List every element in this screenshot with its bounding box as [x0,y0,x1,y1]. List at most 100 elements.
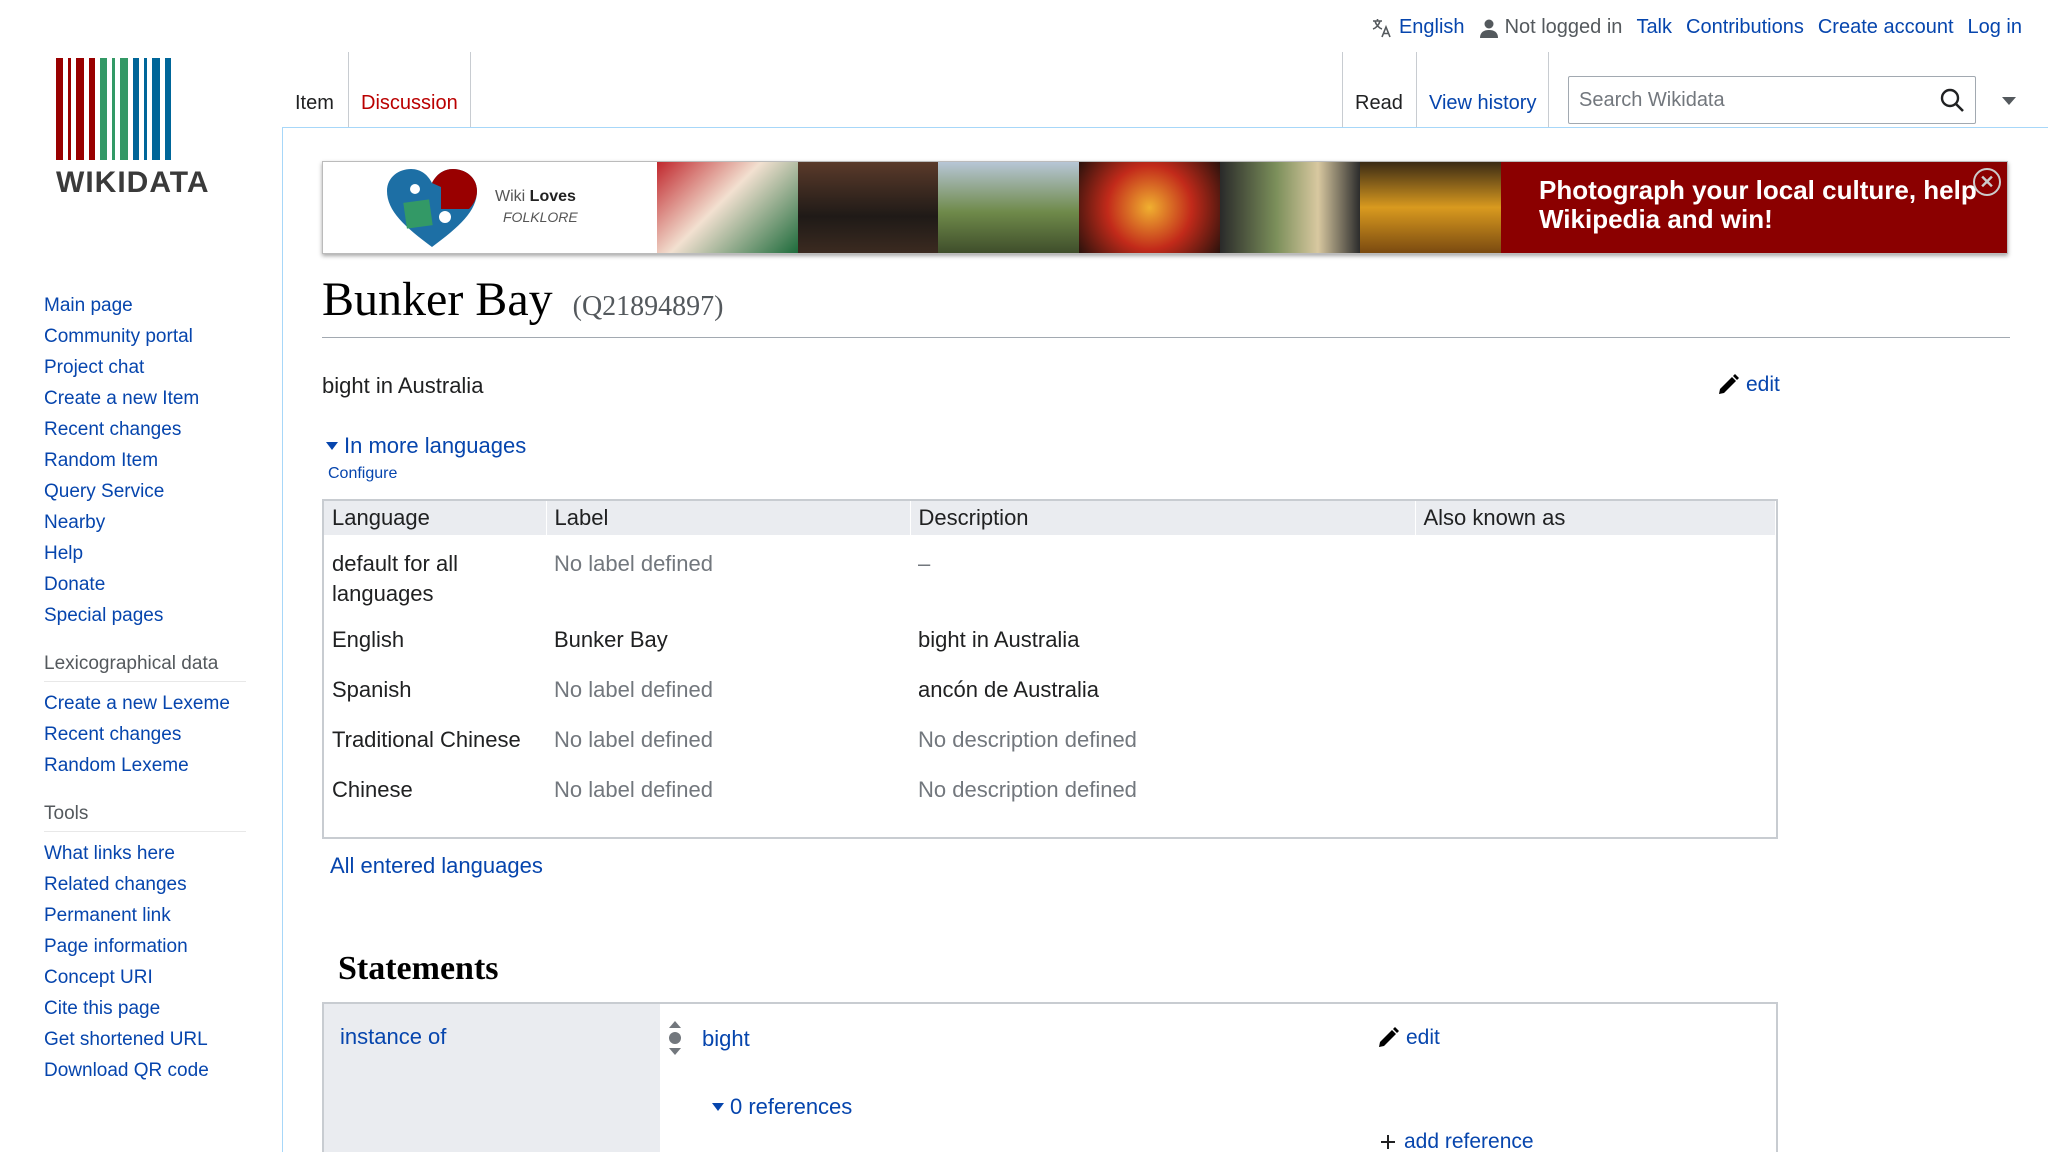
sidebar-item-create-item[interactable]: Create a new Item [44,383,282,414]
cell-language: English [332,627,405,652]
statement-edit-label: edit [1406,1026,1440,1049]
create-account-link[interactable]: Create account [1818,16,1954,39]
search-box[interactable] [1568,76,1976,124]
item-description: bight in Australia [322,373,484,398]
sidebar-item-related-changes[interactable]: Related changes [44,869,282,900]
language-label[interactable]: English [1399,16,1465,39]
triangle-down-icon [712,1103,724,1111]
sidebar-item-page-information[interactable]: Page information [44,931,282,962]
tab-read[interactable]: Read [1342,52,1415,127]
sidebar-item-qr-code[interactable]: Download QR code [44,1055,282,1086]
references-toggle[interactable]: 0 references [712,1094,852,1120]
rank-selector-icon[interactable] [666,1020,684,1056]
description-edit-button[interactable]: edit [1716,373,1780,397]
more-actions-dropdown[interactable] [1996,88,2022,114]
sidebar-item-project-chat[interactable]: Project chat [44,352,282,383]
banner-photo-strip [657,162,1502,253]
sidebar-item-nearby[interactable]: Nearby [44,507,282,538]
tab-view-history[interactable]: View history [1416,52,1550,127]
banner-photo [1360,162,1502,253]
tools-heading: Tools [44,803,246,832]
configure-link[interactable]: Configure [328,465,397,483]
statement-value-link[interactable]: bight [702,1026,750,1052]
sidebar-item-special-pages[interactable]: Special pages [44,600,282,631]
banner-logo-text: Wiki Loves FOLKLORE [495,187,578,228]
sidebar-tools: Tools What links here Related changes Pe… [44,803,282,1086]
cell-language: default for all languages [332,551,458,606]
sidebar-item-help[interactable]: Help [44,538,282,569]
contributions-link[interactable]: Contributions [1686,16,1804,39]
banner-logo-loves: Loves [529,188,576,205]
search-icon[interactable] [1939,87,1965,113]
banner-logo-wiki: Wiki [495,188,526,205]
statement-group: instance of bight edit 0 references add … [322,1002,1778,1152]
more-languages-toggle[interactable]: In more languages [326,433,526,459]
cell-language: Chinese [332,777,413,802]
search-input[interactable] [1579,88,1939,112]
cell-description: No description defined [918,777,1137,802]
page-title: Bunker Bay (Q21894897) [322,272,2010,338]
sidebar-item-recent-changes[interactable]: Recent changes [44,414,282,445]
sidebar-item-main-page[interactable]: Main page [44,290,282,321]
column-header-aliases: Also known as [1415,501,1776,535]
table-row: Spanish No label defined ancón de Austra… [324,665,1776,715]
logo-barcode [56,58,226,160]
sidebar-item-lexeme-recent-changes[interactable]: Recent changes [44,719,282,750]
sidebar-item-community-portal[interactable]: Community portal [44,321,282,352]
cell-aliases [1415,665,1776,715]
property-link[interactable]: instance of [340,1024,446,1049]
plus-icon [1381,1135,1395,1149]
add-reference-button[interactable]: add reference [1380,1130,1534,1152]
all-entered-languages-link[interactable]: All entered languages [330,853,543,879]
edit-label: edit [1746,373,1780,396]
column-header-label: Label [546,501,911,535]
cell-aliases [1415,715,1776,765]
statements-heading: Statements [338,950,499,987]
tab-discussion[interactable]: Discussion [348,52,471,127]
banner-photo [1079,162,1220,253]
heart-puzzle-icon [387,168,477,247]
cell-aliases [1415,535,1776,615]
table-row: default for all languages No label defin… [324,535,1776,615]
statement-edit-button[interactable]: edit [1376,1026,1440,1050]
banner-close-icon[interactable]: ✕ [1973,168,2001,196]
sidebar-item-shortened-url[interactable]: Get shortened URL [44,1024,282,1055]
sidebar-item-random-item[interactable]: Random Item [44,445,282,476]
triangle-down-icon [326,442,338,450]
sidebar-item-what-links-here[interactable]: What links here [44,838,282,869]
cell-language: Spanish [332,677,412,702]
cell-description: – [918,551,931,576]
sidebar-item-permanent-link[interactable]: Permanent link [44,900,282,931]
user-icon [1479,19,1498,38]
sidebar-item-create-lexeme[interactable]: Create a new Lexeme [44,688,282,719]
statement-values: bight edit 0 references add reference [660,1004,1776,1152]
banner-call-to-action[interactable]: Photograph your local culture, help Wiki… [1501,162,2007,253]
table-row: Chinese No label defined No description … [324,765,1776,815]
sidebar-item-concept-uri[interactable]: Concept URI [44,962,282,993]
log-in-link[interactable]: Log in [1968,16,2023,39]
cell-label: No label defined [554,777,714,802]
pencil-icon [1719,374,1739,394]
cell-label: No label defined [554,677,714,702]
wikidata-logo[interactable]: WIKIDATA [56,58,226,199]
cell-label: No label defined [554,551,714,576]
cell-label: Bunker Bay [554,627,668,652]
tab-view-history-label: View history [1429,92,1537,114]
sidebar-lexicographical: Lexicographical data Create a new Lexeme… [44,653,282,781]
sidebar-item-cite-page[interactable]: Cite this page [44,993,282,1024]
sidebar-item-query-service[interactable]: Query Service [44,476,282,507]
tab-discussion-label: Discussion [361,92,458,114]
banner-photo [797,162,939,253]
cell-language: Traditional Chinese [332,727,521,752]
sidebar-item-random-lexeme[interactable]: Random Lexeme [44,750,282,781]
talk-link[interactable]: Talk [1636,16,1672,39]
table-header-row: Language Label Description Also known as [324,501,1776,535]
language-selector[interactable]: English [1371,16,1465,39]
tab-item[interactable]: Item [283,52,346,127]
campaign-banner[interactable]: Wiki Loves FOLKLORE Photograph your loca… [322,161,2008,254]
personal-tools: English Not logged in Talk Contributions… [1371,16,2022,39]
sidebar: Main page Community portal Project chat … [0,290,282,1108]
column-header-description: Description [910,501,1416,535]
sidebar-item-donate[interactable]: Donate [44,569,282,600]
tab-read-label: Read [1355,92,1403,114]
